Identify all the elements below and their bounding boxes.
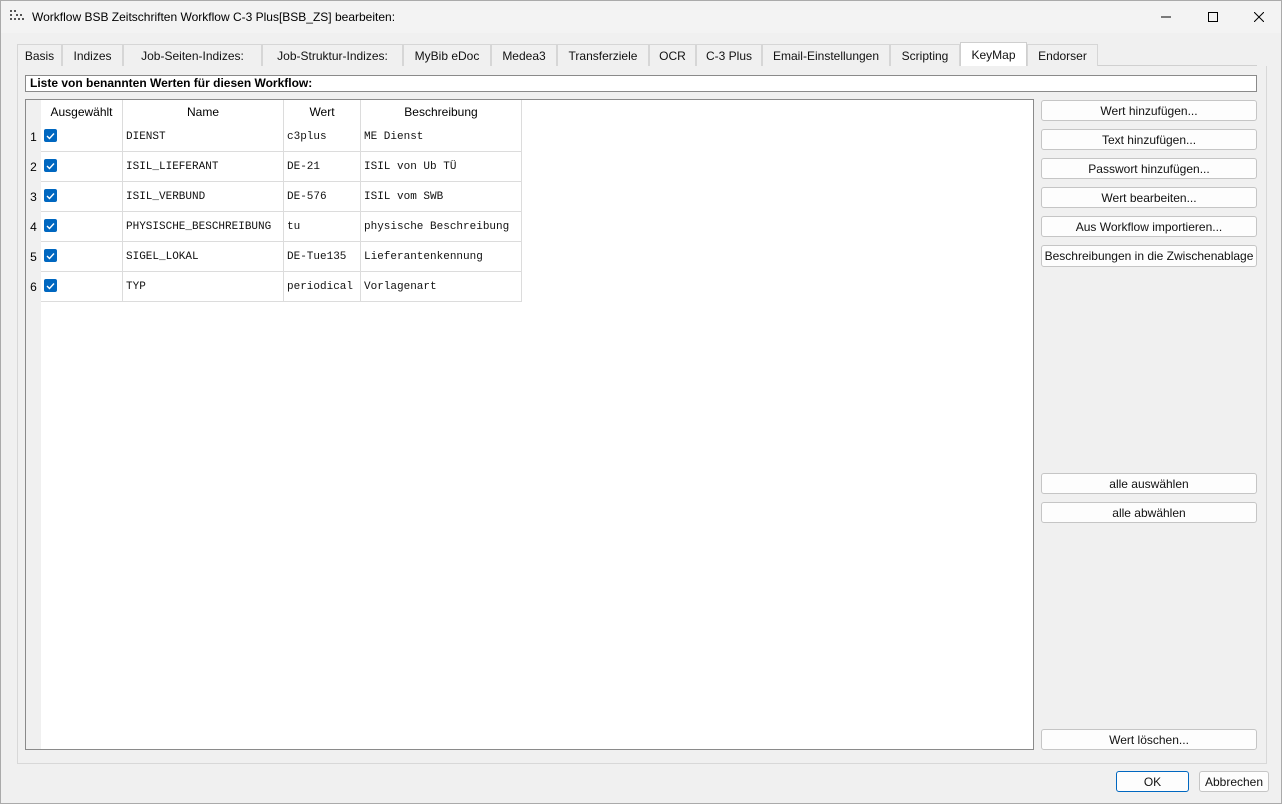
checkmark-icon xyxy=(46,282,55,290)
tab-c3-plus[interactable]: C-3 Plus xyxy=(696,44,762,66)
column-header-ausgewaehlt[interactable]: Ausgewählt xyxy=(41,100,123,123)
table-row-5-selected-cell[interactable] xyxy=(41,242,123,272)
tab-bar: Basis Indizes Job-Seiten-Indizes: Job-St… xyxy=(17,42,1257,67)
selected-checkbox[interactable] xyxy=(44,219,57,232)
table-row-3-description[interactable]: ISIL vom SWB xyxy=(361,182,522,212)
window-title: Workflow BSB Zeitschriften Workflow C-3 … xyxy=(32,10,396,24)
table-row-1-value[interactable]: c3plus xyxy=(284,122,361,152)
column-header-beschreibung[interactable]: Beschreibung xyxy=(361,100,522,123)
checkmark-icon xyxy=(46,222,55,230)
row-number: 5 xyxy=(30,250,37,264)
dialog-window: Workflow BSB Zeitschriften Workflow C-3 … xyxy=(0,0,1282,804)
row-number: 2 xyxy=(30,160,37,174)
checkmark-icon xyxy=(46,162,55,170)
selected-checkbox[interactable] xyxy=(44,159,57,172)
tab-keymap[interactable]: KeyMap xyxy=(960,42,1027,67)
row-number: 3 xyxy=(30,190,37,204)
table-row-4-selected-cell[interactable] xyxy=(41,212,123,242)
tab-ocr[interactable]: OCR xyxy=(649,44,696,66)
checkmark-icon xyxy=(46,132,55,140)
tab-transferziele[interactable]: Transferziele xyxy=(557,44,649,66)
table-row-2-value[interactable]: DE-21 xyxy=(284,152,361,182)
table-row-3-value[interactable]: DE-576 xyxy=(284,182,361,212)
selected-checkbox[interactable] xyxy=(44,129,57,142)
table-row-5-name[interactable]: SIGEL_LOKAL xyxy=(123,242,284,272)
table-row-6-description[interactable]: Vorlagenart xyxy=(361,272,522,302)
maximize-button[interactable] xyxy=(1190,1,1236,33)
table-row-4-description[interactable]: physische Beschreibung xyxy=(361,212,522,242)
table-row-6-value[interactable]: periodical xyxy=(284,272,361,302)
column-header-wert[interactable]: Wert xyxy=(284,100,361,123)
column-header-name[interactable]: Name xyxy=(123,100,284,123)
tab-endorser[interactable]: Endorser xyxy=(1027,44,1098,66)
row-number: 6 xyxy=(30,280,37,294)
tab-email-einstellungen[interactable]: Email-Einstellungen xyxy=(762,44,890,66)
table-row-2-name[interactable]: ISIL_LIEFERANT xyxy=(123,152,284,182)
app-icon xyxy=(10,10,24,20)
select-all-button[interactable]: alle auswählen xyxy=(1041,473,1257,494)
tab-medea3[interactable]: Medea3 xyxy=(491,44,557,66)
selected-checkbox[interactable] xyxy=(44,279,57,292)
deselect-all-button[interactable]: alle abwählen xyxy=(1041,502,1257,523)
minimize-icon xyxy=(1161,16,1171,18)
edit-value-button[interactable]: Wert bearbeiten... xyxy=(1041,187,1257,208)
ok-button[interactable]: OK xyxy=(1116,771,1189,792)
tab-scripting[interactable]: Scripting xyxy=(890,44,960,66)
section-label: Liste von benannten Werten für diesen Wo… xyxy=(25,75,1257,92)
tab-basis[interactable]: Basis xyxy=(17,44,62,66)
table-row-2-description[interactable]: ISIL von Ub TÜ xyxy=(361,152,522,182)
table-row-5-description[interactable]: Lieferantenkennung xyxy=(361,242,522,272)
table-row-4-name[interactable]: PHYSISCHE_BESCHREIBUNG xyxy=(123,212,284,242)
table-row-6-selected-cell[interactable] xyxy=(41,272,123,302)
table-row-4-value[interactable]: tu xyxy=(284,212,361,242)
cancel-button[interactable]: Abbrechen xyxy=(1199,771,1269,792)
selected-checkbox[interactable] xyxy=(44,189,57,202)
row-number: 1 xyxy=(30,130,37,144)
close-button[interactable] xyxy=(1236,1,1282,33)
table-row-3-selected-cell[interactable] xyxy=(41,182,123,212)
add-password-button[interactable]: Passwort hinzufügen... xyxy=(1041,158,1257,179)
tab-mybib-edoc[interactable]: MyBib eDoc xyxy=(403,44,491,66)
keymap-table[interactable]: Ausgewählt Name Wert Beschreibung 1 DIEN… xyxy=(25,99,1034,750)
title-bar: Workflow BSB Zeitschriften Workflow C-3 … xyxy=(1,1,1281,33)
table-row-6-name[interactable]: TYP xyxy=(123,272,284,302)
delete-value-button[interactable]: Wert löschen... xyxy=(1041,729,1257,750)
table-row-1-selected-cell[interactable] xyxy=(41,122,123,152)
table-row-1-name[interactable]: DIENST xyxy=(123,122,284,152)
row-number: 4 xyxy=(30,220,37,234)
copy-descriptions-button[interactable]: Beschreibungen in die Zwischenablage xyxy=(1041,245,1257,267)
checkmark-icon xyxy=(46,192,55,200)
table-row-5-value[interactable]: DE-Tue135 xyxy=(284,242,361,272)
table-row-3-name[interactable]: ISIL_VERBUND xyxy=(123,182,284,212)
add-text-button[interactable]: Text hinzufügen... xyxy=(1041,129,1257,150)
table-row-1-description[interactable]: ME Dienst xyxy=(361,122,522,152)
tab-indizes[interactable]: Indizes xyxy=(62,44,123,66)
maximize-icon xyxy=(1208,12,1218,22)
add-value-button[interactable]: Wert hinzufügen... xyxy=(1041,100,1257,121)
import-from-workflow-button[interactable]: Aus Workflow importieren... xyxy=(1041,216,1257,237)
table-row-2-selected-cell[interactable] xyxy=(41,152,123,182)
selected-checkbox[interactable] xyxy=(44,249,57,262)
checkmark-icon xyxy=(46,252,55,260)
minimize-button[interactable] xyxy=(1143,1,1189,33)
tab-job-struktur-indizes[interactable]: Job-Struktur-Indizes: xyxy=(262,44,403,66)
close-icon xyxy=(1254,12,1264,22)
tab-job-seiten-indizes[interactable]: Job-Seiten-Indizes: xyxy=(123,44,262,66)
